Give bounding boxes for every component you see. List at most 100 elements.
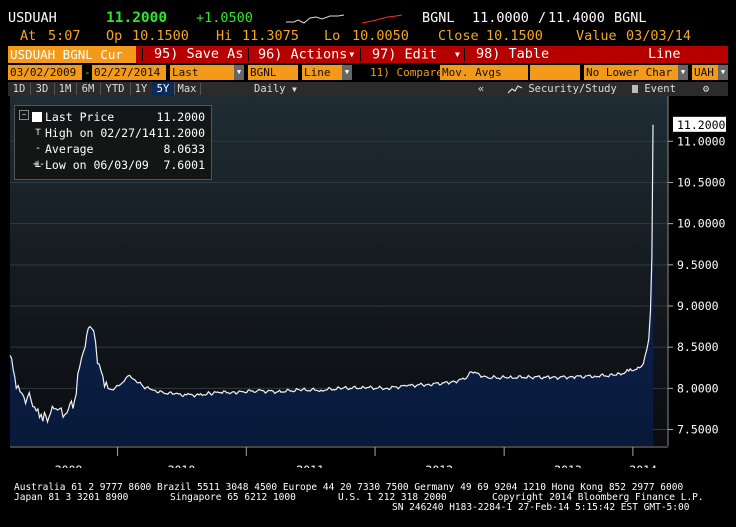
edit-menu[interactable]: 97) Edit ▼ xyxy=(372,46,460,63)
study-chart-icon xyxy=(507,85,523,94)
style-select[interactable]: Line xyxy=(302,65,342,80)
legend-row-last-price: Last Price 11.2000 xyxy=(15,109,211,125)
intraday-sparkline-icon xyxy=(286,14,344,24)
menu-divider xyxy=(464,48,465,61)
value-date-label: Value xyxy=(576,28,617,44)
timeframe-ytd[interactable]: YTD xyxy=(100,82,130,96)
x-tick-label: 2013 xyxy=(554,463,582,468)
timeframe-6m[interactable]: 6M xyxy=(76,82,100,96)
x-tick-label: 2010 xyxy=(168,463,196,468)
caret-down-icon: ▼ xyxy=(291,85,297,94)
legend-value: 7.6001 xyxy=(163,158,205,172)
end-date-field[interactable]: 02/27/2014 xyxy=(92,65,166,80)
menu-divider xyxy=(248,48,249,61)
legend-value: 8.0633 xyxy=(163,142,205,156)
low-price: 10.0050 xyxy=(352,28,409,44)
legend-value: 11.2000 xyxy=(156,126,205,140)
y-tick-label: 9.5000 xyxy=(677,258,719,272)
y-tick-label: 8.5000 xyxy=(677,340,719,354)
compare-button[interactable]: 11) Compare xyxy=(370,65,443,80)
y-axis: 7.5000 8.0000 8.5000 9.0000 9.5000 10.0000 10.… xyxy=(667,96,726,446)
timeframe-5y[interactable]: 5Y xyxy=(152,82,174,96)
timeframe-max[interactable]: Max xyxy=(174,82,200,96)
legend-row-average: -+- Average 8.0633 xyxy=(15,141,211,170)
price-field-dropdown-icon[interactable]: ▼ xyxy=(234,65,244,80)
legend-label: High on 02/27/14 xyxy=(45,126,156,140)
settings-gear-icon[interactable]: ⚙ xyxy=(698,82,714,96)
open-label: Op xyxy=(106,28,123,44)
caret-down-icon: ▼ xyxy=(349,50,355,59)
timeframe-3d[interactable]: 3D xyxy=(30,82,54,96)
intraday-red-sparkline-icon xyxy=(362,14,402,24)
date-range-dash: - xyxy=(84,66,91,79)
legend-label: Last Price xyxy=(45,110,115,124)
price-field-select[interactable]: Last Price xyxy=(170,65,234,94)
footer-session-info: SN 246240 H183-2284-1 27-Feb-14 5:15:42 … xyxy=(392,502,690,513)
legend-label: Low on 06/03/09 xyxy=(45,158,149,172)
footer-singapore: Singapore 65 6212 1000 xyxy=(170,492,296,503)
bid-source-label: BGNL xyxy=(422,10,455,26)
save-as-button[interactable]: 95) Save As xyxy=(154,46,243,63)
high-marker-icon: ⊤ xyxy=(34,127,42,138)
y-tick-label: 9.0000 xyxy=(677,299,719,313)
chart-legend[interactable]: − Last Price 11.2000 ⊤ High on 02/27/14 … xyxy=(14,105,212,180)
low-marker-icon: ⊥ xyxy=(34,159,42,170)
actions-menu[interactable]: 96) Actions ▼ xyxy=(258,46,354,63)
legend-value: 11.2000 xyxy=(156,110,205,124)
chart-menu-bar: USDUAH BGNL Cur 95) Save As 96) Actions ▼… xyxy=(8,46,728,79)
chart-type-label[interactable]: Line Chart xyxy=(648,46,728,79)
close-price: 10.1500 xyxy=(486,28,543,44)
bid-price: 11.0000 xyxy=(472,10,529,26)
quote-stats: At 5:07 Op 10.1500 Hi 11.3075 Lo 10.0050… xyxy=(8,28,736,44)
mov-avgs-field[interactable]: Mov. Avgs xyxy=(440,65,528,80)
y-tick-label: 8.0000 xyxy=(677,381,719,395)
legend-label: Average xyxy=(45,142,94,156)
source-field[interactable]: BGNL xyxy=(248,65,298,80)
currency-dropdown-icon[interactable]: ▼ xyxy=(718,65,728,80)
period-label: Daily xyxy=(254,83,286,95)
bid-ask-slash: / xyxy=(538,10,547,26)
value-date: 03/03/14 xyxy=(626,28,692,44)
event-flag-icon xyxy=(632,85,638,93)
menu-divider xyxy=(360,48,361,61)
last-price-tag-text: 11.2000 xyxy=(677,118,726,132)
open-price: 10.1500 xyxy=(132,28,189,44)
security-field[interactable]: USDUAH BGNL Cur xyxy=(8,46,136,63)
timeframe-1d[interactable]: 1D xyxy=(8,82,30,96)
actions-menu-label: 96) Actions xyxy=(258,46,348,63)
y-tick-label: 11.0000 xyxy=(677,134,726,148)
timeframe-divider xyxy=(200,83,201,95)
event-label: Event xyxy=(644,83,676,95)
table-button[interactable]: 98) Table xyxy=(476,46,549,63)
quote-time: 5:07 xyxy=(48,28,81,44)
style-dropdown-icon[interactable]: ▼ xyxy=(342,65,352,80)
high-price: 11.3075 xyxy=(242,28,299,44)
last-price-tag: 11.2000 xyxy=(673,116,726,132)
timeframe-1y[interactable]: 1Y xyxy=(130,82,152,96)
collapse-toggle[interactable]: « xyxy=(472,82,490,96)
caret-down-icon: ▼ xyxy=(455,50,460,59)
period-select[interactable]: Daily ▼ xyxy=(252,82,310,96)
event-button[interactable]: Event xyxy=(632,82,682,96)
close-label: Close xyxy=(438,28,479,44)
low-label: Lo xyxy=(324,28,341,44)
y-tick-label: 10.5000 xyxy=(677,175,726,189)
security-study-button[interactable]: Security/Study xyxy=(507,82,618,96)
x-tick-label: 2011 xyxy=(296,463,324,468)
x-axis: 2009 2010 2011 2012 2013 2014 xyxy=(10,446,668,468)
study-field-1[interactable] xyxy=(530,65,580,80)
timeframe-1m[interactable]: 1M xyxy=(54,82,76,96)
security-study-label: Security/Study xyxy=(528,83,617,95)
y-tick-label: 7.5000 xyxy=(677,423,719,437)
price-change: +1.0500 xyxy=(196,10,253,26)
white-swatch-icon xyxy=(32,112,42,122)
x-tick-label: 2014 xyxy=(629,463,657,468)
lower-chart-dropdown-icon[interactable]: ▼ xyxy=(678,65,688,80)
legend-row-high: ⊤ High on 02/27/14 11.2000 xyxy=(15,125,211,141)
lower-chart-select[interactable]: No Lower Char xyxy=(584,65,678,80)
currency-select[interactable]: UAH xyxy=(692,65,718,80)
ticker-symbol: USDUAH xyxy=(8,10,57,26)
ask-source-label: BGNL xyxy=(614,10,647,26)
start-date-field[interactable]: 03/02/2009 xyxy=(8,65,82,80)
y-tick-label: 10.0000 xyxy=(677,217,726,231)
